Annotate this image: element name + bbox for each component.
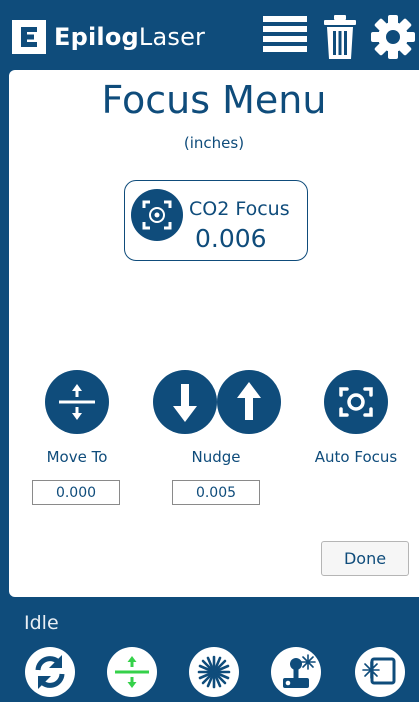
brand-name: EpilogLaser [54,23,206,51]
focus-value: 0.006 [195,224,267,253]
units-label: (inches) [183,134,245,152]
focus-button[interactable] [107,647,157,697]
auto-focus-label: Auto Focus [314,448,398,466]
focus-menu-panel: Focus Menu (inches) CO2 Focus 0.006 Move… [9,70,419,597]
trash-icon[interactable] [322,14,358,60]
page-title: Focus Menu [101,78,327,122]
nudge-down-button[interactable] [153,370,217,434]
focus-name: CO2 Focus [189,198,290,220]
refresh-icon [35,655,65,689]
auto-focus-button[interactable] [324,370,388,434]
move-to-button[interactable] [45,370,109,434]
done-button[interactable]: Done [321,541,409,576]
laser-burst-icon [197,655,231,689]
laser-button[interactable] [189,647,239,697]
move-to-label: Move To [46,448,108,466]
frame-button[interactable] [355,647,405,697]
epilog-logo-icon [12,20,46,54]
frame-icon [362,657,396,685]
co2-focus-card[interactable]: CO2 Focus 0.006 [124,180,308,261]
epilog-logo: EpilogLaser [12,20,206,54]
focus-icon [115,656,149,688]
target-icon [131,189,183,241]
top-bar: EpilogLaser [0,0,419,70]
move-to-input[interactable] [32,480,120,505]
nudge-label: Nudge [191,448,241,466]
refresh-button[interactable] [25,647,75,697]
jog-button[interactable] [271,647,321,697]
jog-icon [283,654,316,688]
list-icon[interactable] [262,14,308,56]
status-text: Idle [24,612,59,634]
settings-icon[interactable] [370,14,416,60]
nudge-input[interactable] [172,480,260,505]
nudge-up-button[interactable] [217,370,281,434]
